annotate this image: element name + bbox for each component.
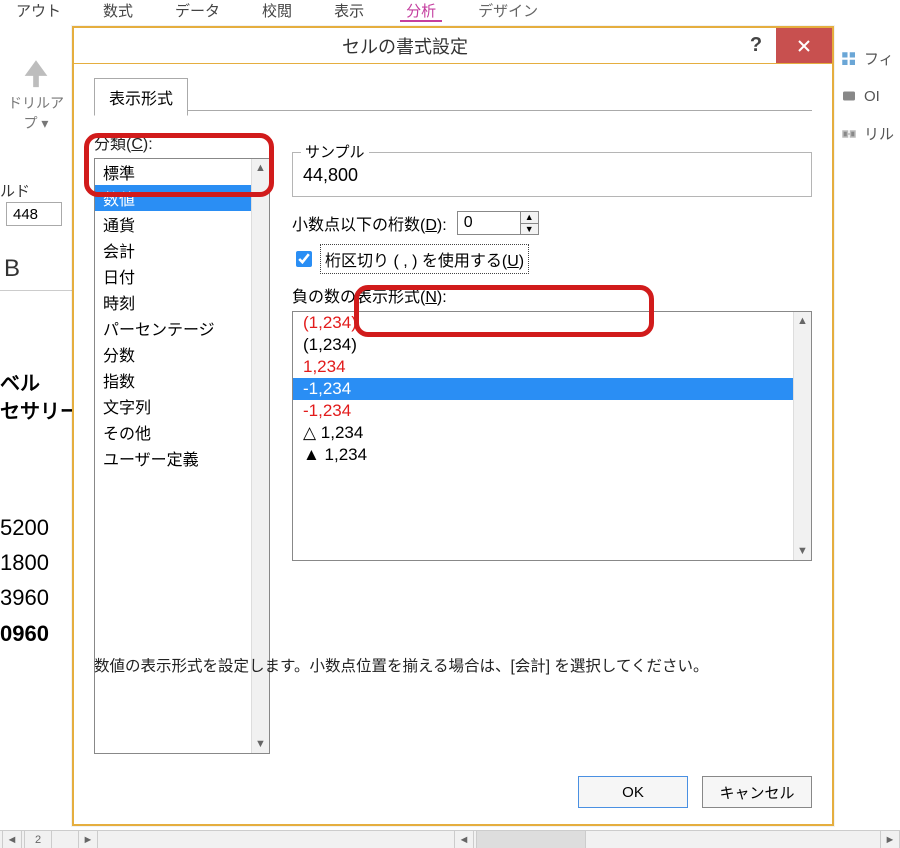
- field-label: ルド: [0, 180, 30, 201]
- close-icon: [797, 39, 811, 53]
- close-button[interactable]: [776, 28, 832, 63]
- category-item[interactable]: 通貨: [95, 211, 269, 237]
- category-item-selected[interactable]: 数値: [95, 185, 269, 211]
- drill-label: ドリルアプ ▾: [6, 93, 66, 133]
- negative-format-label: 負の数の表示形式(N):: [292, 283, 812, 307]
- ribbon-tab[interactable]: 校閲: [256, 0, 298, 22]
- negative-option[interactable]: △ 1,234: [293, 422, 811, 444]
- rt-filter[interactable]: フィ: [840, 48, 894, 69]
- scroll-left-icon[interactable]: ◄: [2, 831, 22, 848]
- bg-row-labels: ベル セサリー: [0, 370, 80, 426]
- negative-option-selected[interactable]: -1,234: [293, 378, 811, 400]
- category-item[interactable]: パーセンテージ: [95, 315, 269, 341]
- sample-value: 44,800: [303, 159, 801, 186]
- sheet-horizontal-scrollbar[interactable]: ◄ 2 ► ◄ ►: [0, 830, 900, 848]
- scroll-up-icon[interactable]: ▲: [794, 312, 811, 330]
- negative-option[interactable]: 1,234: [293, 356, 811, 378]
- rt-ol[interactable]: OI: [840, 87, 894, 105]
- right-ribbon-icons: フィ OI リル: [840, 48, 894, 144]
- scroll-down-icon[interactable]: ▼: [794, 542, 811, 560]
- category-item[interactable]: ユーザー定義: [95, 445, 269, 471]
- category-item[interactable]: 時刻: [95, 289, 269, 315]
- tab-underline: [94, 110, 812, 111]
- relation-icon: [840, 125, 858, 143]
- grid-icon: [840, 50, 858, 68]
- negative-option[interactable]: -1,234: [293, 400, 811, 422]
- format-cells-dialog: セルの書式設定 ? 表示形式 分類(C): 標準 数値 通貨 会計 日付 時刻: [72, 26, 834, 826]
- ribbon-tab[interactable]: データ: [169, 0, 226, 22]
- sample-groupbox: サンプル 44,800: [292, 152, 812, 197]
- category-item[interactable]: 指数: [95, 367, 269, 393]
- decimals-input[interactable]: [458, 212, 520, 234]
- negative-scrollbar[interactable]: ▲ ▼: [793, 312, 811, 560]
- ribbon-tab-active[interactable]: 分析: [400, 0, 442, 22]
- rt-rel[interactable]: リル: [840, 123, 894, 144]
- arrow-up-icon: [19, 56, 53, 90]
- ribbon-tab[interactable]: 数式: [97, 0, 139, 22]
- thousands-separator-checkbox[interactable]: [296, 251, 312, 267]
- decimals-spinner[interactable]: ▲ ▼: [457, 211, 539, 235]
- negative-option[interactable]: ▲ 1,234: [293, 444, 811, 466]
- spinner-up-icon[interactable]: ▲: [521, 212, 538, 224]
- scroll-up-icon[interactable]: ▲: [252, 159, 269, 177]
- ribbon-tab[interactable]: デザイン: [472, 0, 544, 22]
- sheet-nav-number[interactable]: 2: [24, 831, 52, 848]
- negative-option[interactable]: (1,234): [293, 334, 811, 356]
- ribbon-tab[interactable]: アウト: [10, 0, 67, 22]
- olap-icon: [840, 87, 858, 105]
- formula-fragment-input[interactable]: [6, 202, 62, 226]
- dialog-title: セルの書式設定: [74, 33, 736, 59]
- negative-format-listbox[interactable]: (1,234) (1,234) 1,234 -1,234 -1,234 △ 1,…: [292, 311, 812, 561]
- cancel-button[interactable]: キャンセル: [702, 776, 812, 808]
- category-item[interactable]: 文字列: [95, 393, 269, 419]
- drill-up-button[interactable]: ドリルアプ ▾: [6, 56, 66, 133]
- ribbon-tab[interactable]: 表示: [328, 0, 370, 22]
- ribbon: アウト 数式 データ 校閲 表示 分析 デザイン: [0, 0, 900, 22]
- category-item[interactable]: 会計: [95, 237, 269, 263]
- scroll-right-icon[interactable]: ►: [78, 831, 98, 848]
- category-label: 分類(C):: [94, 130, 270, 154]
- category-item[interactable]: その他: [95, 419, 269, 445]
- column-header-B[interactable]: B: [4, 255, 20, 283]
- scroll-thumb[interactable]: [476, 831, 586, 848]
- spinner-down-icon[interactable]: ▼: [521, 224, 538, 235]
- scroll-down-icon[interactable]: ▼: [252, 735, 269, 753]
- bg-number-cells: 5200 1800 3960 0960: [0, 510, 49, 651]
- scroll-left-icon[interactable]: ◄: [454, 831, 474, 848]
- help-button[interactable]: ?: [736, 34, 776, 57]
- negative-option[interactable]: (1,234): [293, 312, 811, 334]
- category-item[interactable]: 分数: [95, 341, 269, 367]
- tab-number-format[interactable]: 表示形式: [94, 78, 188, 116]
- scroll-right-icon[interactable]: ►: [880, 831, 900, 848]
- category-item[interactable]: 標準: [95, 159, 269, 185]
- ok-button[interactable]: OK: [578, 776, 688, 808]
- thousands-separator-label: 桁区切り ( , ) を使用する(U): [323, 247, 526, 271]
- format-hint-text: 数値の表示形式を設定します。小数点位置を揃える場合は、[会計] を選択してくださ…: [94, 654, 812, 676]
- decimals-label: 小数点以下の桁数(D):: [292, 211, 447, 235]
- category-item[interactable]: 日付: [95, 263, 269, 289]
- sample-label: サンプル: [301, 141, 369, 162]
- dialog-titlebar: セルの書式設定 ?: [74, 28, 832, 64]
